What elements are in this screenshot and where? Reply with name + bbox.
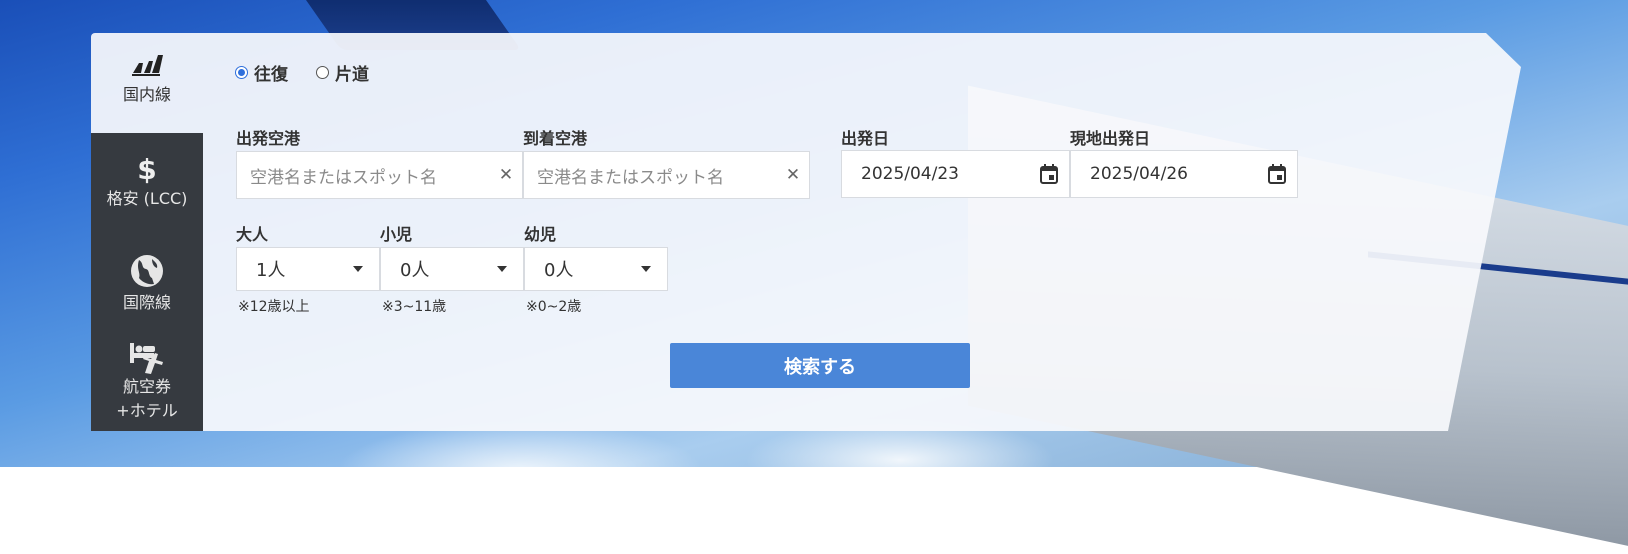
adult-select-value: 1人 (256, 260, 286, 281)
adult-label: 大人 (236, 225, 269, 244)
tab-international[interactable]: 国際線 (91, 233, 203, 333)
tab-domestic[interactable]: 国内線 (91, 33, 203, 133)
calendar-icon[interactable] (1029, 164, 1069, 184)
one-way-label: 片道 (335, 65, 369, 85)
adult-note: ※12歳以上 (238, 299, 310, 315)
round-trip-radio[interactable]: 往復 (235, 60, 288, 85)
tab-flight-hotel[interactable]: 航空券 +ホテル (91, 333, 203, 431)
arrival-airport-label: 到着空港 (523, 129, 588, 148)
tab-label: 国内線 (122, 85, 171, 104)
child-label: 小児 (380, 225, 413, 244)
child-select[interactable]: 0人 (380, 247, 524, 291)
infant-note: ※0~2歳 (526, 299, 582, 315)
infant-select-value: 0人 (544, 260, 574, 281)
radio-dot[interactable] (316, 66, 329, 79)
child-select-value: 0人 (400, 260, 430, 281)
departure-date-value: 2025/04/23 (861, 164, 959, 184)
radio-dot-checked[interactable] (235, 66, 248, 79)
round-trip-label: 往復 (254, 65, 288, 85)
tab-lcc[interactable]: $ 格安 (LCC) (91, 133, 203, 233)
tab-label: 国際線 (122, 293, 171, 312)
infant-select[interactable]: 0人 (524, 247, 668, 291)
trip-type-group: 往復 片道 (235, 60, 369, 85)
dollar-icon: $ (137, 152, 157, 186)
search-button[interactable]: 検索する (670, 343, 970, 388)
departure-date-input[interactable]: 2025/04/23 (841, 150, 1070, 198)
arrival-airport-input[interactable]: 空港名またはスポット名 ✕ (523, 151, 810, 199)
caret-down-icon (353, 266, 363, 272)
adult-select[interactable]: 1人 (236, 247, 380, 291)
departure-airport-input[interactable]: 空港名またはスポット名 ✕ (236, 151, 523, 199)
return-date-value: 2025/04/26 (1090, 164, 1188, 184)
child-note: ※3~11歳 (382, 299, 447, 315)
tab-label: 格安 (LCC) (106, 189, 188, 208)
departure-airport-label: 出発空港 (236, 129, 301, 148)
departure-date-label: 出発日 (841, 129, 890, 148)
tab-label: 航空券 +ホテル (116, 377, 178, 420)
return-date-label: 現地出発日 (1070, 129, 1151, 148)
category-sidebar: 国内線 $ 格安 (LCC) 国際線 航空券 +ホテル (91, 33, 203, 431)
clear-icon[interactable]: ✕ (777, 165, 809, 185)
caret-down-icon (497, 266, 507, 272)
clear-icon[interactable]: ✕ (490, 165, 522, 185)
flight-hotel-icon (128, 339, 166, 375)
infant-label: 幼児 (524, 225, 557, 244)
caret-down-icon (641, 266, 651, 272)
domestic-flight-icon (129, 47, 165, 83)
arrival-airport-placeholder: 空港名またはスポット名 (537, 167, 724, 188)
return-date-input[interactable]: 2025/04/26 (1070, 150, 1298, 198)
globe-icon (130, 253, 164, 289)
calendar-icon[interactable] (1257, 164, 1297, 184)
departure-airport-placeholder: 空港名またはスポット名 (250, 167, 437, 188)
one-way-radio[interactable]: 片道 (316, 60, 369, 85)
